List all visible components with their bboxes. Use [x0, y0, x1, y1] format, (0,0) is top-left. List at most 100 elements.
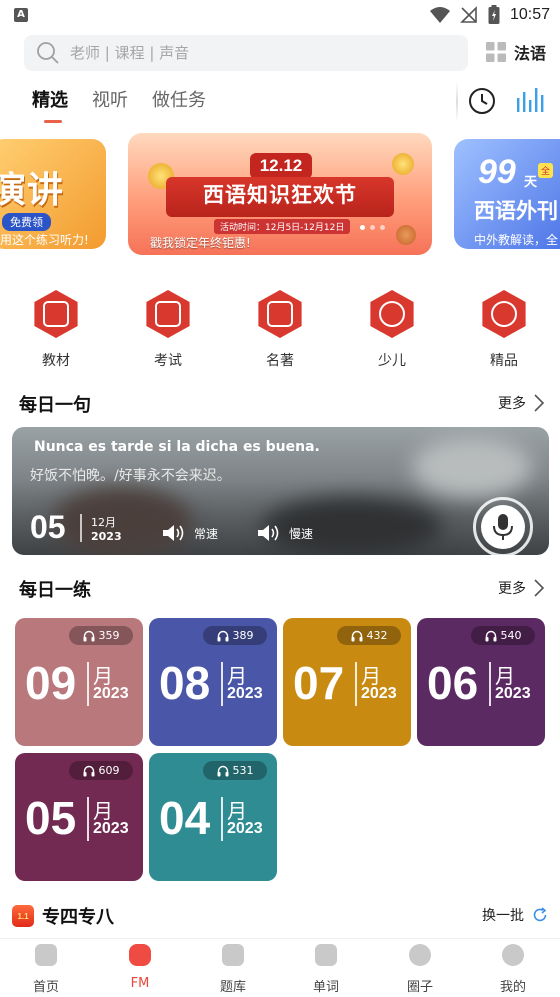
banner-magazine[interactable]: 99 天 全 西语外刊 中外教解读，全 — [454, 139, 560, 249]
swap-batch-label: 换一批 — [482, 908, 524, 924]
banner-magazine-badge: 全 — [538, 163, 554, 178]
vocabulary-icon — [315, 944, 337, 966]
nav-label: FM — [130, 976, 150, 991]
category-classics[interactable]: 名著 — [240, 290, 320, 370]
clock-time: 10:57 — [509, 6, 550, 23]
practice-year: 2023 — [93, 685, 129, 702]
practice-card[interactable]: 389 08 月 2023 — [149, 618, 277, 746]
listen-count-badge: 609 — [69, 761, 133, 780]
question-bank-icon — [222, 944, 244, 966]
category-premium[interactable]: 精品 — [464, 290, 544, 370]
practice-month: 05 — [25, 792, 77, 844]
practice-divider — [489, 662, 491, 706]
more-label: 更多 — [498, 581, 526, 597]
exam-paper-icon — [146, 290, 190, 338]
nav-label: 题库 — [219, 980, 246, 995]
wifi-icon — [429, 7, 450, 23]
banner-festival-footer: 戳我锁定年终钜惠! — [150, 236, 251, 250]
daily-sentence-card[interactable]: Nunca es tarde si la dicha es buena. 好饭不… — [12, 427, 549, 555]
practice-year: 2023 — [361, 685, 397, 702]
sentence-french: Nunca es tarde si la dicha es buena. — [34, 439, 320, 455]
listen-count: 432 — [366, 629, 388, 642]
more-label: 更多 — [498, 396, 526, 412]
headphones-icon — [83, 765, 94, 776]
tab-featured[interactable]: 精选 — [32, 86, 68, 126]
banner-festival-date-badge: 12.12 — [250, 153, 312, 179]
slow-speed-label: 慢速 — [289, 526, 314, 541]
premium-music-icon — [482, 290, 526, 338]
practice-month: 04 — [159, 792, 211, 844]
category-textbook[interactable]: 教材 — [16, 290, 96, 370]
category-kids[interactable]: 少儿 — [352, 290, 432, 370]
speaker-icon — [258, 525, 279, 541]
nav-label: 单词 — [312, 980, 339, 995]
community-chat-icon — [409, 944, 431, 966]
practice-card[interactable]: 531 04 月 2023 — [149, 753, 277, 881]
banner-festival[interactable]: 12.12 西语知识狂欢节 活动时间：12月5日-12月12日 戳我锁定年终钜惠… — [128, 133, 432, 255]
nav-community[interactable]: 圈子 — [380, 939, 460, 995]
search-input[interactable] — [70, 44, 430, 62]
status-icons: 10:57 — [429, 5, 550, 25]
headphones-icon — [217, 765, 228, 776]
practice-year: 2023 — [495, 685, 531, 702]
child-face-icon — [370, 290, 414, 338]
listen-count: 359 — [98, 629, 120, 642]
category-label: 教材 — [42, 353, 70, 369]
listen-count: 531 — [232, 764, 254, 777]
category-exam[interactable]: 考试 — [128, 290, 208, 370]
practice-divider — [221, 797, 223, 841]
practice-card[interactable]: 540 06 月 2023 — [417, 618, 545, 746]
no-signal-icon — [460, 6, 477, 23]
swap-batch-button[interactable]: 换一批 — [482, 905, 548, 925]
practice-card[interactable]: 432 07 月 2023 — [283, 618, 411, 746]
category-label: 少儿 — [378, 353, 406, 369]
section-tem48-header: 1.1 专四专八 — [12, 903, 114, 929]
listen-count-badge: 531 — [203, 761, 267, 780]
headphones-icon — [485, 630, 496, 641]
tab-audio-video[interactable]: 视听 — [92, 86, 128, 126]
nav-fm[interactable]: FM — [100, 939, 180, 991]
nav-home[interactable]: 首页 — [6, 939, 86, 995]
speaker-icon — [163, 525, 184, 541]
history-clock-icon[interactable] — [468, 87, 496, 115]
daily-practice-more[interactable]: 更多 — [498, 578, 544, 598]
nav-label: 首页 — [32, 980, 59, 995]
nav-label: 圈子 — [406, 980, 433, 995]
practice-month: 06 — [427, 657, 479, 709]
daily-sentence-more[interactable]: 更多 — [498, 393, 544, 413]
banner-speech-tag: 免费领 — [2, 213, 51, 231]
normal-speed-label: 常速 — [194, 526, 219, 541]
date-divider — [80, 514, 82, 542]
listen-count-badge: 432 — [337, 626, 401, 645]
chevron-right-icon — [534, 579, 544, 597]
language-label: 法语 — [514, 44, 547, 63]
practice-divider — [221, 662, 223, 706]
record-button[interactable] — [473, 497, 533, 555]
play-normal-speed-button[interactable]: 常速 — [162, 523, 218, 543]
book-stack-icon — [34, 290, 78, 338]
sentence-day: 05 — [30, 509, 66, 545]
banner-speech[interactable]: 演讲 免费领 用这个练习听力! — [0, 139, 106, 249]
microphone-icon — [493, 514, 513, 540]
practice-card[interactable]: 359 09 月 2023 — [15, 618, 143, 746]
sentence-translation: 好饭不怕晚。/好事永不会来迟。 — [30, 468, 231, 484]
tab-tasks[interactable]: 做任务 — [152, 86, 206, 126]
listen-count: 389 — [232, 629, 254, 642]
practice-card[interactable]: 609 05 月 2023 — [15, 753, 143, 881]
profile-face-icon — [502, 944, 524, 966]
nav-words[interactable]: 单词 — [286, 939, 366, 995]
search-bar[interactable] — [24, 35, 468, 71]
sentence-month: 12月 — [91, 516, 116, 529]
carousel-indicator — [360, 225, 385, 230]
practice-year: 2023 — [93, 820, 129, 837]
language-switch[interactable]: 法语 — [486, 40, 546, 64]
category-label: 考试 — [154, 353, 182, 369]
nav-label: 我的 — [499, 980, 526, 995]
category-label: 名著 — [266, 353, 294, 369]
nav-question-bank[interactable]: 题库 — [193, 939, 273, 995]
coin-decoration — [392, 153, 414, 175]
nav-profile[interactable]: 我的 — [473, 939, 553, 995]
search-icon — [37, 42, 59, 64]
audio-stats-icon[interactable] — [516, 86, 544, 114]
play-slow-speed-button[interactable]: 慢速 — [257, 523, 313, 543]
